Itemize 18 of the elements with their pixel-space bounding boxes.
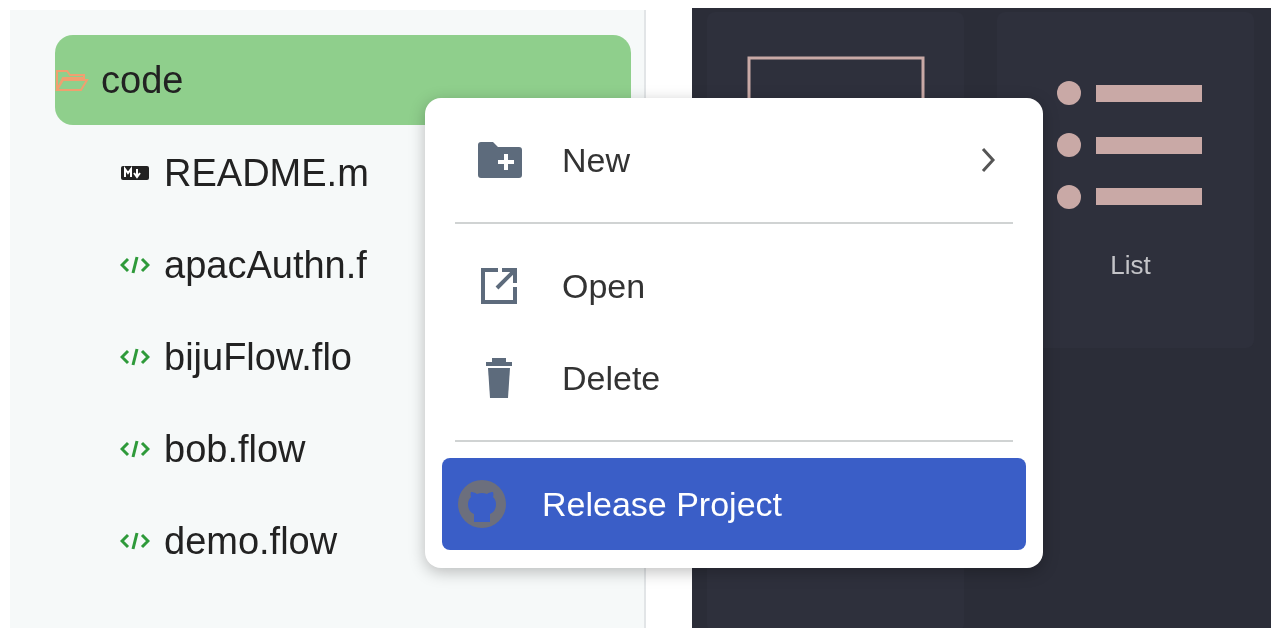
code-icon [120,255,150,275]
file-name[interactable]: demo.flow [164,519,338,563]
file-name[interactable]: README.m [164,151,369,195]
file-name[interactable]: bijuFlow.flo [164,335,352,379]
layout-label: List [1110,250,1151,281]
markdown-icon [120,164,150,182]
folder-name: code [101,58,184,102]
folder-row[interactable]: code [55,35,631,125]
folder-icon [55,68,89,92]
code-icon [120,531,150,551]
frame-icon [746,56,925,100]
file-name[interactable]: bob.flow [164,427,306,471]
menu-item[interactable]: Release Project [442,458,1026,550]
folder-plus-icon [476,141,524,179]
github-icon [456,478,508,530]
code-icon [120,347,150,367]
code-icon [120,439,150,459]
file-name[interactable]: apacAuthn.f [164,243,367,287]
